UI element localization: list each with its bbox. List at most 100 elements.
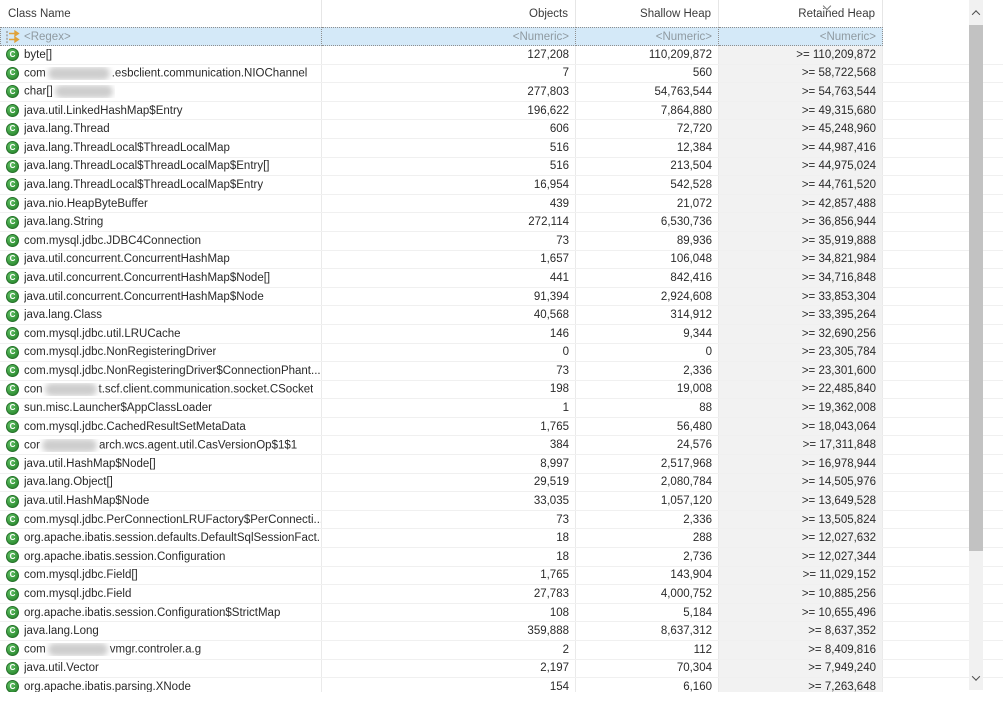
retained-heap-cell[interactable]: >= 7,263,648	[719, 678, 883, 692]
column-header-class-name[interactable]: Class Name	[0, 0, 322, 27]
objects-cell[interactable]: 1,765	[322, 417, 576, 436]
table-row[interactable]: Cchar[] 277,803 54,763,544 >= 54,763,544	[0, 83, 1003, 102]
shallow-heap-cell[interactable]: 2,736	[576, 548, 719, 566]
table-row[interactable]: Cjava.lang.ThreadLocal$ThreadLocalMap 516…	[0, 138, 1003, 158]
retained-heap-cell[interactable]: >= 58,722,568	[719, 64, 883, 83]
shallow-heap-cell[interactable]: 2,336	[576, 510, 719, 529]
shallow-heap-cell[interactable]: 2,336	[576, 362, 719, 380]
retained-heap-cell[interactable]: >= 22,485,840	[719, 380, 883, 399]
retained-heap-cell[interactable]: >= 13,649,528	[719, 492, 883, 510]
objects-cell[interactable]: 2	[322, 641, 576, 659]
shallow-heap-cell[interactable]: 19,008	[576, 380, 719, 399]
retained-heap-cell[interactable]: >= 33,395,264	[719, 306, 883, 324]
shallow-heap-cell[interactable]: 7,864,880	[576, 101, 719, 120]
objects-cell[interactable]: 606	[322, 120, 576, 138]
objects-cell[interactable]: 8,997	[322, 455, 576, 473]
class-name-cell[interactable]: Cjava.util.concurrent.ConcurrentHashMap$…	[0, 269, 322, 287]
objects-cell[interactable]: 516	[322, 138, 576, 157]
shallow-heap-cell[interactable]: 88	[576, 399, 719, 417]
table-row[interactable]: Cjava.util.concurrent.ConcurrentHashMap$…	[0, 269, 1003, 288]
shallow-heap-cell[interactable]: 24,576	[576, 436, 719, 455]
shallow-heap-cell[interactable]: 5,184	[576, 603, 719, 622]
table-row[interactable]: Ccor arch.wcs.agent.util.CasVersionOp$1$1…	[0, 436, 1003, 456]
objects-cell[interactable]: 0	[322, 343, 576, 362]
class-name-cell[interactable]: Ccom.mysql.jdbc.Field[]	[0, 566, 322, 585]
class-name-cell[interactable]: Ccom.mysql.jdbc.NonRegisteringDriver$Con…	[0, 362, 322, 380]
retained-heap-cell[interactable]: >= 11,029,152	[719, 566, 883, 585]
retained-heap-cell[interactable]: >= 12,027,344	[719, 548, 883, 566]
table-row[interactable]: Cbyte[] 127,208 110,209,872 >= 110,209,872	[0, 46, 1003, 65]
objects-cell[interactable]: 73	[322, 231, 576, 250]
class-name-cell[interactable]: Cjava.lang.Long	[0, 622, 322, 640]
table-row[interactable]: Ccom.mysql.jdbc.PerConnectionLRUFactory$…	[0, 510, 1003, 530]
table-row[interactable]: Corg.apache.ibatis.parsing.XNode 154 6,160…	[0, 678, 1003, 692]
class-name-cell[interactable]: Corg.apache.ibatis.session.Configuration…	[0, 603, 322, 622]
objects-cell[interactable]: 272,114	[322, 213, 576, 231]
retained-heap-cell[interactable]: >= 8,637,352	[719, 622, 883, 640]
class-name-cell[interactable]: Cjava.lang.ThreadLocal$ThreadLocalMap$En…	[0, 176, 322, 194]
retained-heap-filter-field[interactable]: <Numeric>	[719, 27, 883, 46]
column-header-retained-heap[interactable]: Retained Heap	[719, 0, 883, 27]
retained-heap-cell[interactable]: >= 49,315,680	[719, 101, 883, 120]
table-row[interactable]: Corg.apache.ibatis.session.Configuration…	[0, 603, 1003, 623]
retained-heap-cell[interactable]: >= 34,821,984	[719, 250, 883, 269]
objects-filter-field[interactable]: <Numeric>	[322, 27, 576, 46]
retained-heap-cell[interactable]: >= 14,505,976	[719, 473, 883, 492]
shallow-heap-cell[interactable]: 9,344	[576, 324, 719, 343]
retained-heap-cell[interactable]: >= 34,716,848	[719, 269, 883, 287]
table-row[interactable]: Ccom.mysql.jdbc.NonRegisteringDriver$Con…	[0, 362, 1003, 381]
table-row[interactable]: Cjava.lang.ThreadLocal$ThreadLocalMap$En…	[0, 157, 1003, 177]
shallow-heap-cell[interactable]: 106,048	[576, 250, 719, 269]
table-row[interactable]: Cjava.util.concurrent.ConcurrentHashMap 1…	[0, 250, 1003, 270]
table-row[interactable]: Csun.misc.Launcher$AppClassLoader 1 88 >= 1…	[0, 399, 1003, 418]
objects-cell[interactable]: 73	[322, 362, 576, 380]
class-name-cell[interactable]: Cjava.lang.Class	[0, 306, 322, 324]
class-name-cell[interactable]: Cjava.nio.HeapByteBuffer	[0, 194, 322, 213]
table-row[interactable]: Ccon t.scf.client.communication.socket.CS…	[0, 380, 1003, 400]
retained-heap-cell[interactable]: >= 12,027,632	[719, 529, 883, 548]
objects-cell[interactable]: 16,954	[322, 176, 576, 194]
objects-cell[interactable]: 384	[322, 436, 576, 455]
table-row[interactable]: Ccom.mysql.jdbc.Field 27,783 4,000,752 >= 1…	[0, 585, 1003, 604]
shallow-heap-cell[interactable]: 4,000,752	[576, 585, 719, 603]
objects-cell[interactable]: 1,657	[322, 250, 576, 269]
table-row[interactable]: Cjava.lang.Long 359,888 8,637,312 >= 8,637,…	[0, 622, 1003, 641]
shallow-heap-cell[interactable]: 213,504	[576, 157, 719, 176]
class-name-cell[interactable]: Ccom.mysql.jdbc.PerConnectionLRUFactory$…	[0, 510, 322, 529]
class-name-cell[interactable]: Csun.misc.Launcher$AppClassLoader	[0, 399, 322, 417]
objects-cell[interactable]: 18	[322, 548, 576, 566]
objects-cell[interactable]: 1	[322, 399, 576, 417]
table-row[interactable]: Cjava.util.Vector 2,197 70,304 >= 7,949,240	[0, 659, 1003, 679]
shallow-heap-cell[interactable]: 288	[576, 529, 719, 548]
retained-heap-cell[interactable]: >= 17,311,848	[719, 436, 883, 455]
class-name-cell[interactable]: Ccor arch.wcs.agent.util.CasVersionOp$1$1	[0, 436, 322, 455]
class-name-cell[interactable]: Cjava.lang.ThreadLocal$ThreadLocalMap	[0, 138, 322, 157]
table-row[interactable]: Cjava.nio.HeapByteBuffer 439 21,072 >= 42,8…	[0, 194, 1003, 214]
class-name-cell[interactable]: Cjava.lang.String	[0, 213, 322, 231]
retained-heap-cell[interactable]: >= 19,362,008	[719, 399, 883, 417]
retained-heap-cell[interactable]: >= 35,919,888	[719, 231, 883, 250]
table-row[interactable]: Ccom.mysql.jdbc.JDBC4Connection 73 89,936 >…	[0, 231, 1003, 251]
table-row[interactable]: Ccom.mysql.jdbc.Field[] 1,765 143,904 >= 11…	[0, 566, 1003, 586]
class-name-cell[interactable]: Corg.apache.ibatis.session.Configuration	[0, 548, 322, 566]
retained-heap-cell[interactable]: >= 18,043,064	[719, 417, 883, 436]
class-name-cell[interactable]: Ccom .esbclient.communication.NIOChannel	[0, 64, 322, 83]
objects-cell[interactable]: 127,208	[322, 46, 576, 64]
class-name-cell[interactable]: Cchar[]	[0, 83, 322, 101]
objects-cell[interactable]: 27,783	[322, 585, 576, 603]
shallow-heap-cell[interactable]: 0	[576, 343, 719, 362]
class-name-cell[interactable]: Cjava.util.concurrent.ConcurrentHashMap	[0, 250, 322, 269]
table-row[interactable]: Ccom.mysql.jdbc.NonRegisteringDriver 0 0 >=…	[0, 343, 1003, 363]
shallow-heap-cell[interactable]: 842,416	[576, 269, 719, 287]
retained-heap-cell[interactable]: >= 45,248,960	[719, 120, 883, 138]
regex-filter-field[interactable]: <Regex>	[0, 27, 322, 46]
objects-cell[interactable]: 154	[322, 678, 576, 692]
table-row[interactable]: Ccom vmgr.controler.a.g 2 112 >= 8,409,816	[0, 641, 1003, 660]
class-name-cell[interactable]: Cbyte[]	[0, 46, 322, 64]
scroll-down-button[interactable]	[969, 665, 983, 690]
table-row[interactable]: Ccom.mysql.jdbc.util.LRUCache 146 9,344 >= …	[0, 324, 1003, 344]
table-row[interactable]: Ccom.mysql.jdbc.CachedResultSetMetaData 1…	[0, 417, 1003, 437]
class-name-cell[interactable]: Corg.apache.ibatis.session.defaults.Defa…	[0, 529, 322, 548]
table-row[interactable]: Cjava.lang.ThreadLocal$ThreadLocalMap$En…	[0, 176, 1003, 195]
objects-cell[interactable]: 516	[322, 157, 576, 176]
